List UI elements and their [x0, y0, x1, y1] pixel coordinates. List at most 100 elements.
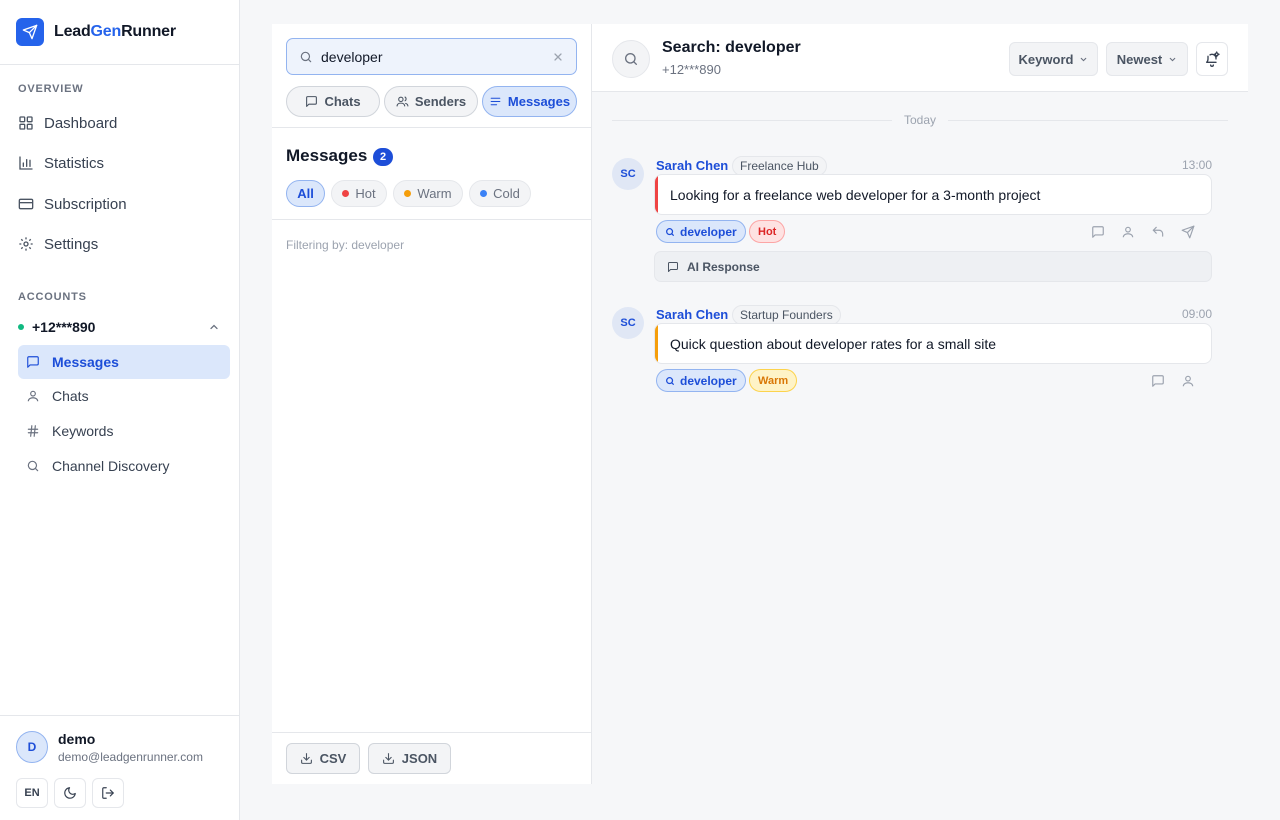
- account-toggle[interactable]: +12***890: [18, 316, 230, 338]
- tab-senders[interactable]: Senders: [384, 86, 478, 117]
- sub-item-label: Messages: [52, 354, 119, 370]
- message-item: SC Sarah Chen Startup Founders 09:00 Qui…: [612, 305, 1212, 397]
- message-square-icon: [667, 261, 679, 273]
- send-icon[interactable]: [1181, 225, 1195, 239]
- results-title: Search: developer: [662, 39, 801, 56]
- message-square-icon[interactable]: [1151, 374, 1165, 388]
- gear-icon: [18, 236, 34, 252]
- nav-subscription[interactable]: Subscription: [18, 187, 230, 221]
- filter-label: Warm: [417, 186, 452, 201]
- download-icon: [382, 752, 395, 765]
- user-name: demo: [58, 731, 96, 747]
- tab-label: Senders: [414, 94, 467, 109]
- results-subtitle: +12***890: [662, 62, 721, 77]
- search-icon: [665, 227, 675, 237]
- search-input[interactable]: [321, 48, 541, 65]
- search-icon: [299, 50, 313, 64]
- message-square-icon[interactable]: [1091, 225, 1105, 239]
- sender-name[interactable]: Sarah Chen: [656, 307, 728, 322]
- nav-statistics[interactable]: Statistics: [18, 146, 230, 180]
- ai-response-label: AI Response: [687, 259, 760, 274]
- filtering-text: Filtering by: developer: [286, 238, 405, 252]
- sub-item-label: Channel Discovery: [52, 458, 170, 474]
- notification-settings-button[interactable]: [1196, 42, 1228, 76]
- filter-hot[interactable]: Hot: [331, 180, 387, 207]
- keyword-filter-dropdown[interactable]: Keyword: [1009, 42, 1098, 76]
- filter-cold[interactable]: Cold: [469, 180, 531, 207]
- search-icon: [665, 376, 675, 386]
- chevron-down-icon: [1079, 55, 1088, 64]
- sub-item-chats[interactable]: Chats: [18, 379, 230, 413]
- search-panel: Chats Senders Messages Messages 2 All Ho…: [272, 24, 592, 784]
- sub-item-channel-discovery[interactable]: Channel Discovery: [18, 449, 230, 483]
- nav-label: Statistics: [44, 154, 105, 172]
- filter-label: Hot: [355, 186, 376, 201]
- keyword-tag[interactable]: developer: [656, 369, 746, 392]
- keyword-label: developer: [680, 373, 737, 388]
- logout-button[interactable]: [92, 778, 124, 808]
- panel-title: Messages: [286, 146, 368, 165]
- search-icon: [612, 40, 650, 78]
- sub-item-keywords[interactable]: Keywords: [18, 414, 230, 448]
- filter-all[interactable]: All: [286, 180, 325, 207]
- tab-chats[interactable]: Chats: [286, 86, 380, 117]
- list-icon: [489, 95, 502, 108]
- user-icon: [26, 389, 40, 403]
- reply-icon[interactable]: [1151, 225, 1165, 239]
- count-badge: 2: [373, 148, 393, 166]
- sender-name[interactable]: Sarah Chen: [656, 158, 728, 173]
- hot-accent-bar: [655, 175, 658, 214]
- logout-icon: [101, 786, 115, 800]
- filter-label: Cold: [493, 186, 520, 201]
- sidebar-footer: D demo demo@leadgenrunner.com EN: [0, 715, 239, 820]
- message-time: 09:00: [1181, 307, 1212, 321]
- chat-badge[interactable]: Freelance Hub: [732, 156, 827, 176]
- nav-label: Dashboard: [44, 114, 118, 132]
- export-label: CSV: [319, 751, 347, 766]
- language-button[interactable]: EN: [16, 778, 48, 808]
- export-csv-button[interactable]: CSV: [286, 743, 360, 774]
- send-icon: [16, 18, 44, 46]
- theme-toggle-button[interactable]: [54, 778, 86, 808]
- user-icon[interactable]: [1121, 225, 1135, 239]
- message-square-icon: [305, 95, 318, 108]
- day-separator: Today: [612, 112, 1228, 128]
- divider: [272, 219, 591, 220]
- keyword-label: developer: [680, 224, 737, 239]
- user-icon[interactable]: [1181, 374, 1195, 388]
- nav-settings[interactable]: Settings: [18, 227, 230, 261]
- ai-response-toggle[interactable]: AI Response: [654, 251, 1212, 282]
- brand[interactable]: LeadGenRunner: [0, 0, 239, 65]
- warm-accent-bar: [655, 324, 658, 363]
- chat-badge[interactable]: Startup Founders: [732, 305, 841, 325]
- avatar[interactable]: D: [16, 731, 48, 763]
- avatar: SC: [612, 307, 644, 339]
- tab-messages[interactable]: Messages: [482, 86, 577, 117]
- divider: [272, 127, 591, 128]
- nav-label: Settings: [44, 235, 99, 253]
- sub-item-label: Chats: [52, 388, 89, 404]
- tab-label: Messages: [507, 94, 571, 109]
- message-bubble[interactable]: Looking for a freelance web developer fo…: [654, 174, 1212, 215]
- export-json-button[interactable]: JSON: [368, 743, 451, 774]
- message-square-icon: [26, 355, 40, 369]
- filter-warm[interactable]: Warm: [393, 180, 463, 207]
- sort-order-dropdown[interactable]: Newest: [1106, 42, 1188, 76]
- nav-dashboard[interactable]: Dashboard: [18, 106, 230, 140]
- sub-item-messages[interactable]: Messages: [18, 345, 230, 379]
- close-icon[interactable]: [552, 51, 564, 63]
- sub-item-label: Keywords: [52, 423, 114, 439]
- message-item: SC Sarah Chen Freelance Hub 13:00 Lookin…: [612, 156, 1212, 288]
- message-bubble[interactable]: Quick question about developer rates for…: [654, 323, 1212, 364]
- bar-chart-icon: [18, 155, 34, 171]
- export-label: JSON: [401, 751, 438, 766]
- grid-icon: [18, 115, 34, 131]
- keyword-tag[interactable]: developer: [656, 220, 746, 243]
- message-text: Looking for a freelance web developer fo…: [670, 186, 1041, 203]
- dropdown-label: Keyword: [1018, 51, 1074, 67]
- search-box[interactable]: [286, 38, 577, 75]
- chevron-up-icon: [208, 321, 220, 333]
- credit-card-icon: [18, 196, 34, 212]
- brand-name: LeadGenRunner: [54, 23, 176, 40]
- avatar: SC: [612, 158, 644, 190]
